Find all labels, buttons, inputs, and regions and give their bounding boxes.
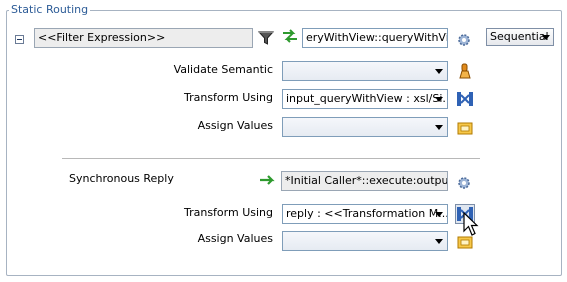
double-arrow-icon[interactable] [281, 27, 299, 45]
green-arrow-icon [258, 171, 276, 189]
request-transform-value: input_queryWithView : xsl/Si... [286, 92, 448, 105]
validate-semantic-select[interactable] [282, 61, 448, 81]
panel-title: Static Routing [9, 3, 91, 16]
gear-icon[interactable] [455, 174, 473, 192]
schematron-icon[interactable] [456, 62, 474, 80]
validate-semantic-label: Validate Semantic [173, 63, 273, 76]
section-divider [62, 158, 480, 159]
execution-mode-value: Sequential [490, 30, 549, 43]
request-transform-label: Transform Using [183, 91, 273, 104]
chevron-down-icon [435, 97, 443, 102]
funnel-icon[interactable] [257, 29, 275, 47]
reply-target-field[interactable]: *Initial Caller*::execute:output [281, 171, 448, 191]
chevron-down-icon [435, 212, 443, 217]
chevron-down-icon [542, 35, 550, 40]
chevron-down-icon [435, 69, 443, 74]
assign-values-icon[interactable] [456, 119, 474, 137]
filter-expression-field[interactable]: <<Filter Expression>> [34, 28, 253, 48]
collapse-toggle[interactable] [15, 35, 24, 44]
reply-transform-label: Transform Using [183, 206, 273, 219]
reply-transform-value: reply : <<Transformation M... [286, 207, 448, 220]
execution-mode-select[interactable]: Sequential [486, 28, 554, 46]
reply-assign-select[interactable] [282, 231, 448, 251]
mouse-pointer-icon [463, 211, 481, 238]
request-transform-select[interactable]: input_queryWithView : xsl/Si... [282, 89, 448, 109]
service-operation-field[interactable]: eryWithView::queryWithView [302, 28, 448, 48]
gear-icon[interactable] [455, 31, 473, 49]
transformation-map-icon[interactable] [456, 90, 474, 108]
chevron-down-icon [435, 125, 443, 130]
reply-transform-select[interactable]: reply : <<Transformation M... [282, 204, 448, 224]
synchronous-reply-label: Synchronous Reply [69, 172, 174, 185]
chevron-down-icon [435, 239, 443, 244]
request-assign-select[interactable] [282, 117, 448, 137]
request-assign-label: Assign Values [197, 119, 273, 132]
reply-assign-label: Assign Values [197, 232, 273, 245]
